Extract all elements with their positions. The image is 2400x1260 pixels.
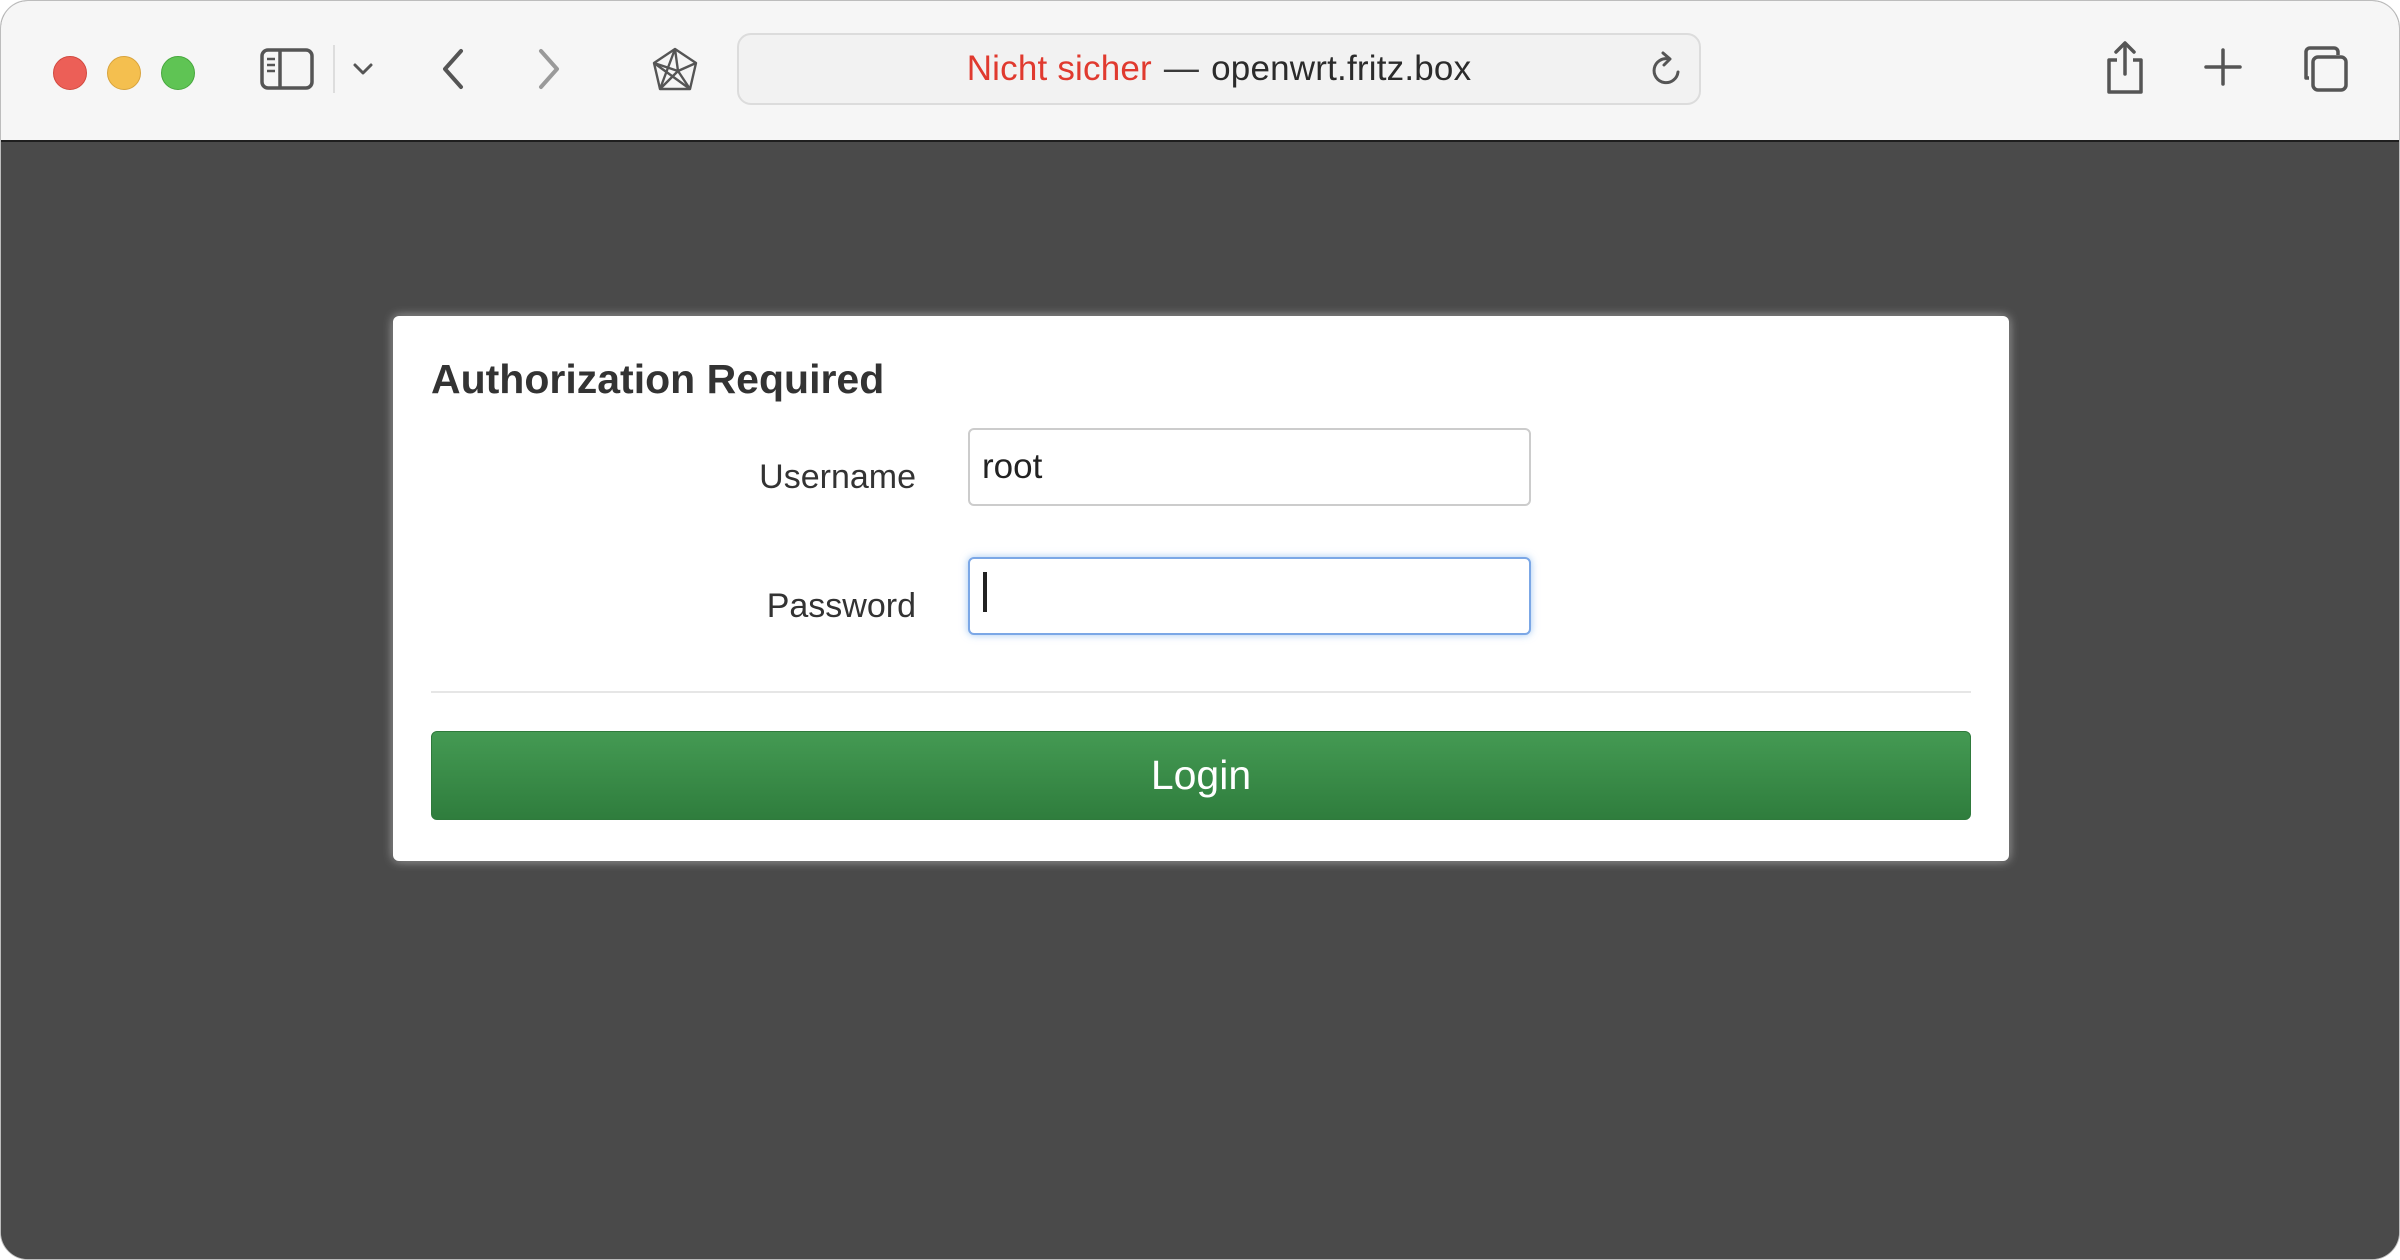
address-text: Nicht sicher — openwrt.fritz.box — [739, 35, 1699, 103]
chevron-down-icon[interactable] — [349, 57, 377, 81]
password-input[interactable] — [968, 557, 1531, 635]
network-icon[interactable] — [646, 43, 704, 99]
plus-icon[interactable] — [2201, 45, 2245, 89]
username-label: Username — [759, 458, 916, 496]
chevron-right-icon[interactable] — [527, 43, 571, 95]
chevron-left-icon[interactable] — [431, 43, 475, 95]
window-zoom-button[interactable] — [161, 56, 195, 90]
window-minimize-button[interactable] — [107, 56, 141, 90]
sidebar-icon[interactable] — [259, 45, 315, 93]
page-title: Authorization Required — [431, 356, 885, 402]
browser-window: Nicht sicher — openwrt.fritz.box Authori… — [0, 0, 2400, 1260]
reload-icon[interactable] — [1647, 49, 1687, 89]
share-icon[interactable] — [2099, 39, 2151, 97]
address-host: openwrt.fritz.box — [1211, 49, 1472, 88]
toolbar-divider — [333, 45, 335, 93]
tabs-overview-icon[interactable] — [2299, 43, 2351, 95]
form-divider — [431, 691, 1971, 693]
username-input[interactable] — [968, 428, 1531, 506]
address-bar[interactable]: Nicht sicher — openwrt.fritz.box — [737, 33, 1701, 105]
window-close-button[interactable] — [53, 56, 87, 90]
browser-toolbar: Nicht sicher — openwrt.fritz.box — [1, 1, 2399, 142]
address-separator: — — [1163, 49, 1200, 88]
password-label: Password — [766, 587, 916, 625]
security-status: Nicht sicher — [966, 49, 1152, 88]
page-content: Authorization Required Username Password… — [1, 142, 2399, 1259]
text-caret — [983, 572, 987, 612]
login-card: Authorization Required Username Password… — [393, 316, 2009, 861]
login-button[interactable]: Login — [431, 731, 1971, 820]
